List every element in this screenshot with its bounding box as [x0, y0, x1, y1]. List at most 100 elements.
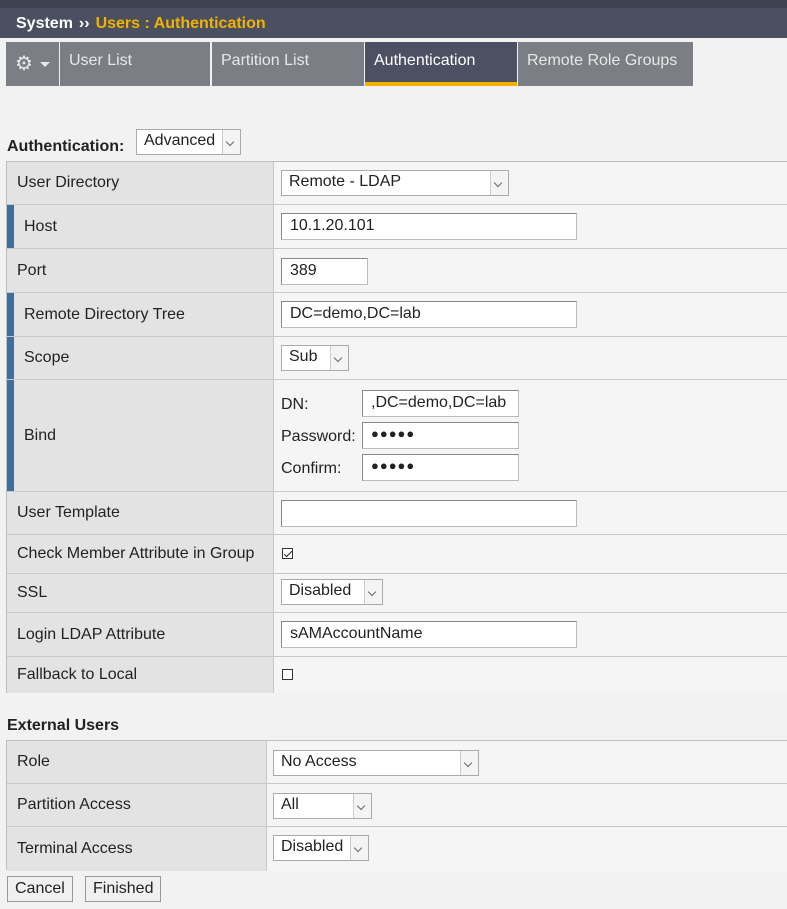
partition-value-cell: All	[267, 784, 787, 826]
row-check-member: Check Member Attribute in Group	[7, 535, 787, 574]
terminal-access-select[interactable]: Disabled	[273, 835, 369, 861]
breadcrumb-root[interactable]: System	[16, 15, 73, 32]
tab-remote-role-groups[interactable]: Remote Role Groups	[518, 42, 693, 86]
gear-icon: ⚙	[15, 53, 33, 75]
bind-dn-input[interactable]: ,DC=demo,DC=lab	[362, 390, 519, 417]
user-directory-value: Remote - LDAP	[289, 173, 402, 190]
bind-label: Bind	[24, 426, 57, 444]
external-users-table: Role No Access Partition Access All Term…	[6, 740, 787, 871]
user-template-value-cell	[274, 492, 787, 534]
tree-label-cell: Remote Directory Tree	[7, 293, 274, 336]
role-value: No Access	[281, 753, 357, 770]
host-label: Host	[24, 217, 57, 235]
role-select[interactable]: No Access	[273, 750, 479, 776]
host-value-cell: 10.1.20.101	[274, 205, 787, 248]
check-member-checkbox[interactable]	[282, 548, 293, 559]
authentication-mode-select[interactable]: Advanced	[136, 129, 241, 155]
partition-access-select[interactable]: All	[273, 793, 372, 819]
authentication-label: Authentication:	[7, 138, 125, 155]
chevron-down-icon	[350, 836, 368, 860]
role-label: Role	[17, 753, 50, 770]
fallback-checkbox[interactable]	[282, 669, 293, 680]
terminal-label-cell: Terminal Access	[7, 827, 267, 871]
user-template-input[interactable]	[281, 500, 577, 527]
row-scope: Scope Sub	[7, 337, 787, 380]
role-value-cell: No Access	[267, 741, 787, 783]
host-input[interactable]: 10.1.20.101	[281, 213, 577, 240]
scope-value: Sub	[289, 348, 318, 365]
row-port: Port 389	[7, 249, 787, 293]
ssl-value: Disabled	[289, 582, 352, 599]
chevron-down-icon	[490, 171, 508, 195]
row-partition-access: Partition Access All	[7, 784, 787, 827]
chevron-down-icon	[364, 580, 382, 604]
row-role: Role No Access	[7, 741, 787, 784]
partition-value: All	[281, 796, 299, 813]
bind-password-label: Password:	[281, 428, 356, 445]
tab-user-list[interactable]: User List	[60, 42, 210, 86]
tab-partition-list[interactable]: Partition List	[212, 42, 364, 86]
chevron-down-icon	[460, 751, 478, 775]
login-attr-value-cell: sAMAccountName	[274, 613, 787, 656]
row-login-ldap-attribute: Login LDAP Attribute sAMAccountName	[7, 613, 787, 657]
port-input[interactable]: 389	[281, 258, 368, 285]
scope-select[interactable]: Sub	[281, 345, 349, 371]
terminal-label: Terminal Access	[17, 840, 133, 857]
login-ldap-attribute-input[interactable]: sAMAccountName	[281, 621, 577, 648]
fallback-value-cell	[274, 657, 787, 693]
remote-directory-tree-input[interactable]: DC=demo,DC=lab	[281, 301, 577, 328]
host-label-cell: Host	[7, 205, 274, 248]
tree-label: Remote Directory Tree	[24, 305, 185, 323]
bind-label-cell: Bind	[7, 380, 274, 491]
row-fallback: Fallback to Local	[7, 657, 787, 693]
tree-value-cell: DC=demo,DC=lab	[274, 293, 787, 336]
fallback-label-cell: Fallback to Local	[7, 657, 274, 693]
user-directory-label-cell: User Directory	[7, 162, 274, 204]
scope-label-cell: Scope	[7, 337, 274, 379]
row-ssl: SSL Disabled	[7, 574, 787, 613]
cancel-button[interactable]: Cancel	[7, 876, 73, 902]
role-label-cell: Role	[7, 741, 267, 783]
partition-label-cell: Partition Access	[7, 784, 267, 826]
user-template-label-cell: User Template	[7, 492, 274, 534]
bind-password-input[interactable]: ●●●●●	[362, 422, 519, 449]
user-directory-value-cell: Remote - LDAP	[274, 162, 787, 204]
row-user-directory: User Directory Remote - LDAP	[7, 162, 787, 205]
terminal-value-cell: Disabled	[267, 827, 787, 871]
scope-label: Scope	[24, 349, 70, 366]
title-bar: System ›› Users : Authentication	[0, 0, 787, 38]
login-attr-label: Login LDAP Attribute	[17, 625, 166, 643]
breadcrumb-separator: ››	[78, 15, 90, 32]
tab-authentication[interactable]: Authentication	[365, 42, 517, 86]
row-terminal-access: Terminal Access Disabled	[7, 827, 787, 871]
scope-value-cell: Sub	[274, 337, 787, 379]
chevron-down-icon	[353, 794, 371, 818]
bind-value-cell: DN: ,DC=demo,DC=lab Password: ●●●●● Conf…	[274, 380, 787, 491]
settings-table: User Directory Remote - LDAP Host 10.1.2…	[6, 161, 787, 693]
port-label: Port	[17, 261, 47, 279]
row-host: Host 10.1.20.101	[7, 205, 787, 249]
authentication-mode-value: Advanced	[144, 132, 216, 149]
chevron-down-icon	[330, 346, 348, 370]
row-remote-directory-tree: Remote Directory Tree DC=demo,DC=lab	[7, 293, 787, 337]
ssl-select[interactable]: Disabled	[281, 579, 383, 605]
row-user-template: User Template	[7, 492, 787, 535]
chevron-down-icon	[222, 130, 240, 154]
partition-label: Partition Access	[17, 796, 131, 813]
tab-settings-menu[interactable]: ⚙	[6, 42, 59, 86]
breadcrumb: System ›› Users : Authentication	[16, 15, 266, 33]
bind-confirm-input[interactable]: ●●●●●	[362, 454, 519, 481]
port-label-cell: Port	[7, 249, 274, 292]
login-attr-label-cell: Login LDAP Attribute	[7, 613, 274, 656]
port-value-cell: 389	[274, 249, 787, 292]
terminal-value: Disabled	[281, 838, 344, 855]
ssl-label: SSL	[17, 584, 48, 601]
check-member-value-cell	[274, 535, 787, 573]
finished-button[interactable]: Finished	[85, 876, 162, 902]
row-bind: Bind DN: ,DC=demo,DC=lab Password: ●●●●●…	[7, 380, 787, 492]
bind-confirm-label: Confirm:	[281, 460, 342, 477]
user-directory-label: User Directory	[17, 174, 120, 191]
chevron-down-icon	[40, 62, 50, 67]
user-directory-select[interactable]: Remote - LDAP	[281, 170, 509, 196]
ssl-label-cell: SSL	[7, 574, 274, 612]
